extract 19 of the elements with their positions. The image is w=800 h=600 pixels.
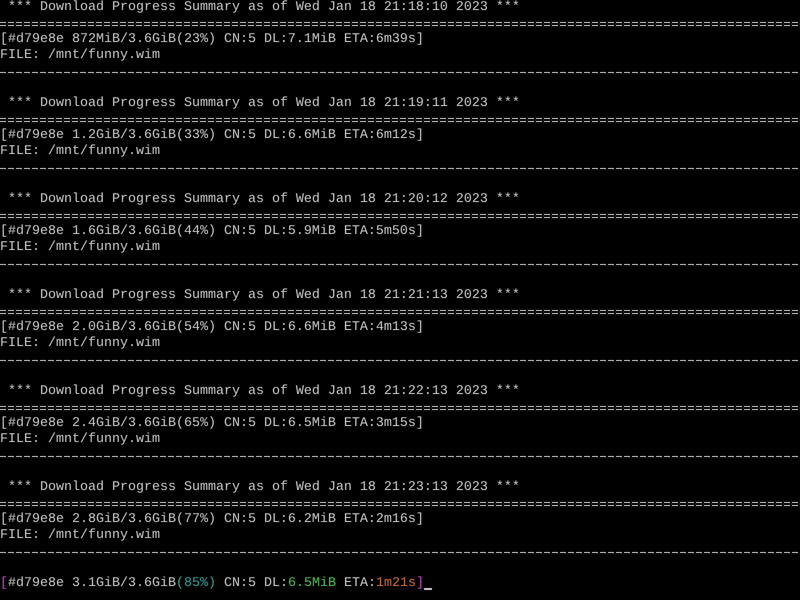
- summary-header: *** Download Progress Summary as of Wed Jan 18 21:19:11 2023 ***: [7, 96, 520, 112]
- file-path: FILE: /mnt/funny.wim: [0, 144, 160, 160]
- summary-header: *** Download Progress Summary as of Wed Jan 18 21:22:13 2023 ***: [7, 384, 520, 400]
- file-path: FILE: /mnt/funny.wim: [0, 528, 160, 544]
- download-status: [#d79e8e 872MiB/3.6GiB(23%) CN:5 DL:7.1MiB ETA:6m39s]: [0, 32, 424, 48]
- download-status: [#d79e8e 2.8GiB/3.6GiB(77%) CN:5 DL:6.2MiB ETA:2m16s]: [0, 512, 424, 528]
- file-path: FILE: /mnt/funny.wim: [0, 336, 160, 352]
- summary-header: *** Download Progress Summary as of Wed Jan 18 21:18:10 2023 ***: [7, 0, 520, 16]
- summary-header: *** Download Progress Summary as of Wed Jan 18 21:23:13 2023 ***: [7, 480, 520, 496]
- download-status: [#d79e8e 1.2GiB/3.6GiB(33%) CN:5 DL:6.6MiB ETA:6m12s]: [0, 128, 424, 144]
- download-status: [#d79e8e 2.0GiB/3.6GiB(54%) CN:5 DL:6.6MiB ETA:4m13s]: [0, 320, 424, 336]
- file-path: FILE: /mnt/funny.wim: [0, 432, 160, 448]
- file-path: FILE: /mnt/funny.wim: [0, 48, 160, 64]
- summary-header: *** Download Progress Summary as of Wed Jan 18 21:21:13 2023 ***: [7, 288, 520, 304]
- file-path: FILE: /mnt/funny.wim: [0, 240, 160, 256]
- download-status: [#d79e8e 1.6GiB/3.6GiB(44%) CN:5 DL:5.9MiB ETA:5m50s]: [0, 224, 424, 240]
- summary-header: *** Download Progress Summary as of Wed Jan 18 21:20:12 2023 ***: [7, 192, 520, 208]
- download-status: [#d79e8e 2.4GiB/3.6GiB(65%) CN:5 DL:6.5MiB ETA:3m15s]: [0, 416, 424, 432]
- live-download-status: [#d79e8e 3.1GiB/3.6GiB(85%) CN:5 DL:6.5MiB ETA:1m21s]: [0, 576, 424, 592]
